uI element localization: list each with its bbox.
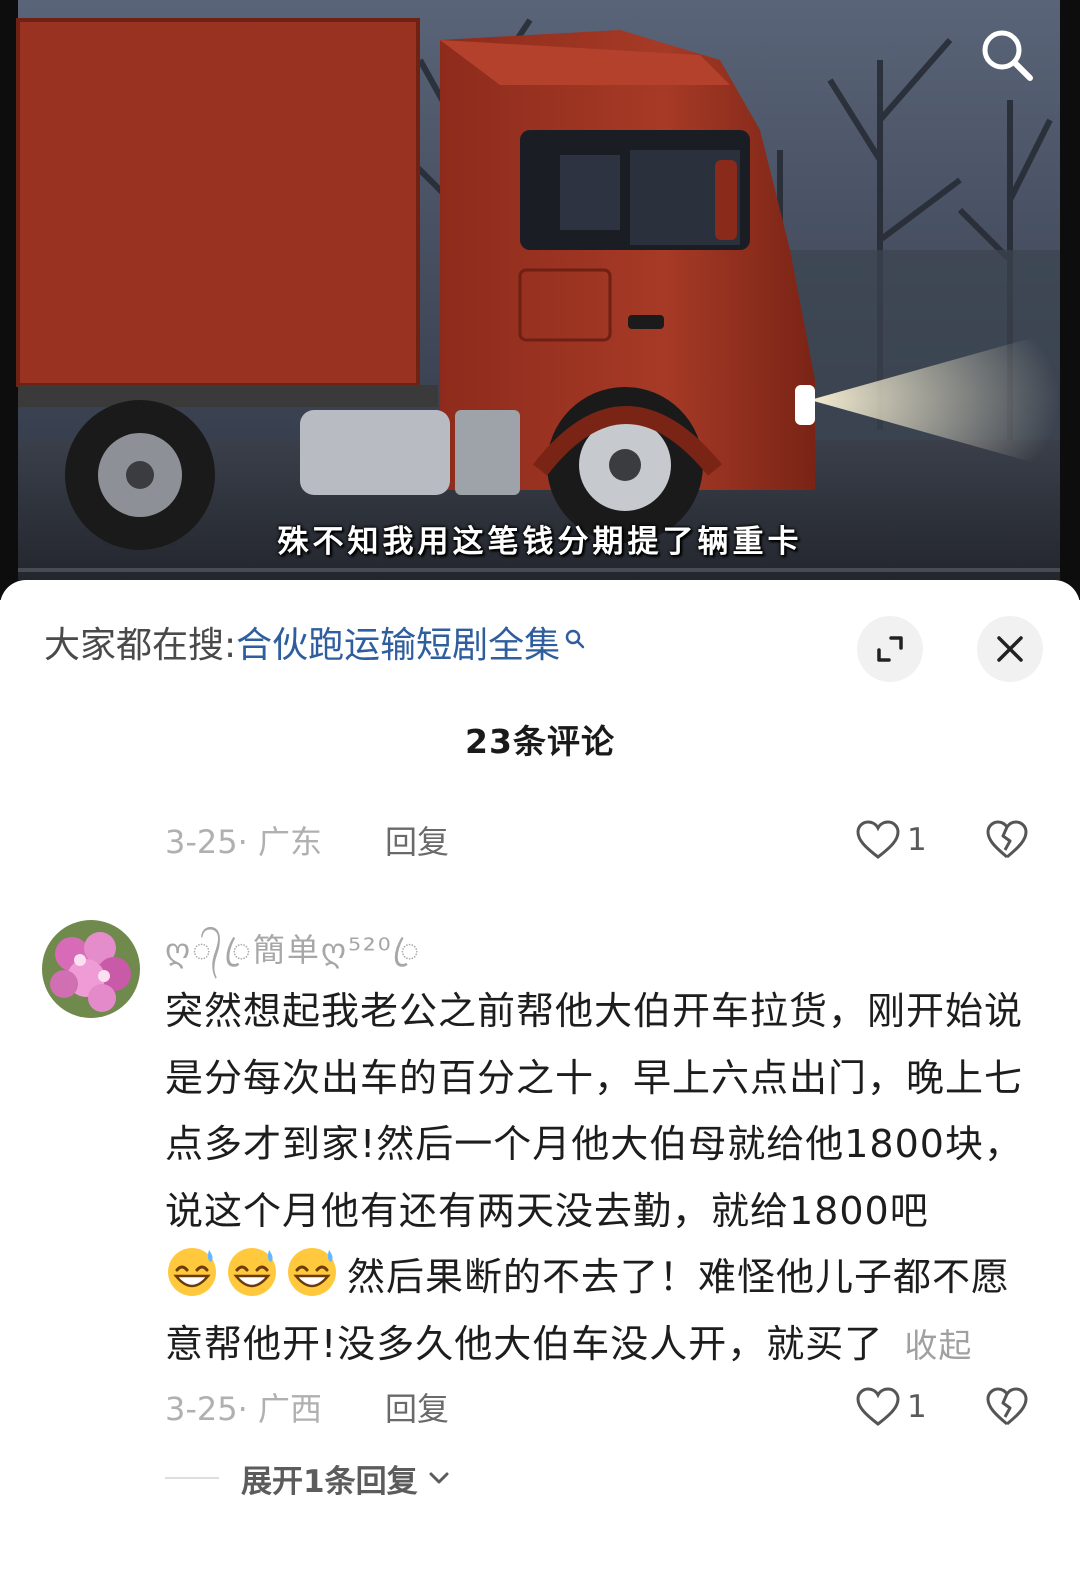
chevron-down-icon	[429, 1472, 449, 1484]
collapse-link[interactable]: 收起	[904, 1326, 972, 1365]
expand-button[interactable]	[857, 616, 923, 682]
reply-button[interactable]: 回复	[385, 817, 449, 863]
like-button[interactable]: 1	[855, 1382, 927, 1432]
comment-date-location: 3-25· 广东	[165, 823, 322, 861]
close-button[interactable]	[977, 616, 1043, 682]
close-icon	[997, 636, 1023, 662]
heart-outline-icon	[856, 1387, 900, 1426]
grinning-sweat-emoji	[168, 1248, 216, 1296]
grinning-sweat-emoji	[228, 1248, 276, 1296]
comment-text-part1: 突然想起我老公之前帮他大伯开车拉货，刚开始说是分每次出车的百分之十，早上六点出门…	[165, 989, 1024, 1233]
broken-heart-icon[interactable]	[985, 1386, 1029, 1428]
comment-meta-row: 3-25· 广东 回复 1	[165, 815, 1040, 865]
expand-replies-label: 展开1条回复	[241, 1463, 418, 1500]
like-button[interactable]: 1	[855, 815, 927, 865]
video-subtitle: 殊不知我用这笔钱分期提了辆重卡	[277, 524, 803, 560]
hot-search-link[interactable]: 合伙跑运输短剧全集	[236, 622, 560, 670]
like-count: 1	[907, 1389, 927, 1425]
commenter-avatar[interactable]	[42, 920, 140, 1018]
divider-line	[165, 1477, 219, 1479]
comments-sheet: 大家都在搜: 合伙跑运输短剧全集 23条评论 3-25· 广东 回复 1 ღ᭄ꦿ…	[0, 580, 1080, 1572]
like-count: 1	[907, 822, 927, 858]
search-button[interactable]	[974, 22, 1040, 88]
video-frame-truck	[0, 0, 1080, 600]
broken-heart-icon[interactable]	[985, 819, 1029, 861]
hot-search-bar: 大家都在搜: 合伙跑运输短剧全集	[44, 622, 586, 670]
comment-meta-row: 3-25· 广西 回复 1	[165, 1382, 1040, 1432]
emoji-group	[165, 1244, 345, 1298]
search-icon	[982, 30, 1033, 81]
comment-count-title: 23条评论	[465, 722, 615, 761]
reply-button[interactable]: 回复	[385, 1384, 449, 1430]
search-small-icon	[565, 629, 585, 649]
video-player[interactable]: 殊不知我用这笔钱分期提了辆重卡	[0, 0, 1080, 600]
grinning-sweat-emoji	[288, 1248, 336, 1296]
flower-bouquet-avatar	[42, 920, 140, 1018]
hot-search-prefix: 大家都在搜:	[44, 625, 237, 666]
expand-icon	[877, 636, 903, 662]
comment-date-location: 3-25· 广西	[165, 1390, 322, 1428]
expand-replies-button[interactable]: 展开1条回复	[165, 1453, 450, 1503]
heart-outline-icon	[856, 820, 900, 859]
comment-body: 突然想起我老公之前帮他大伯开车拉货，刚开始说是分每次出车的百分之十，早上六点出门…	[165, 978, 1045, 1379]
